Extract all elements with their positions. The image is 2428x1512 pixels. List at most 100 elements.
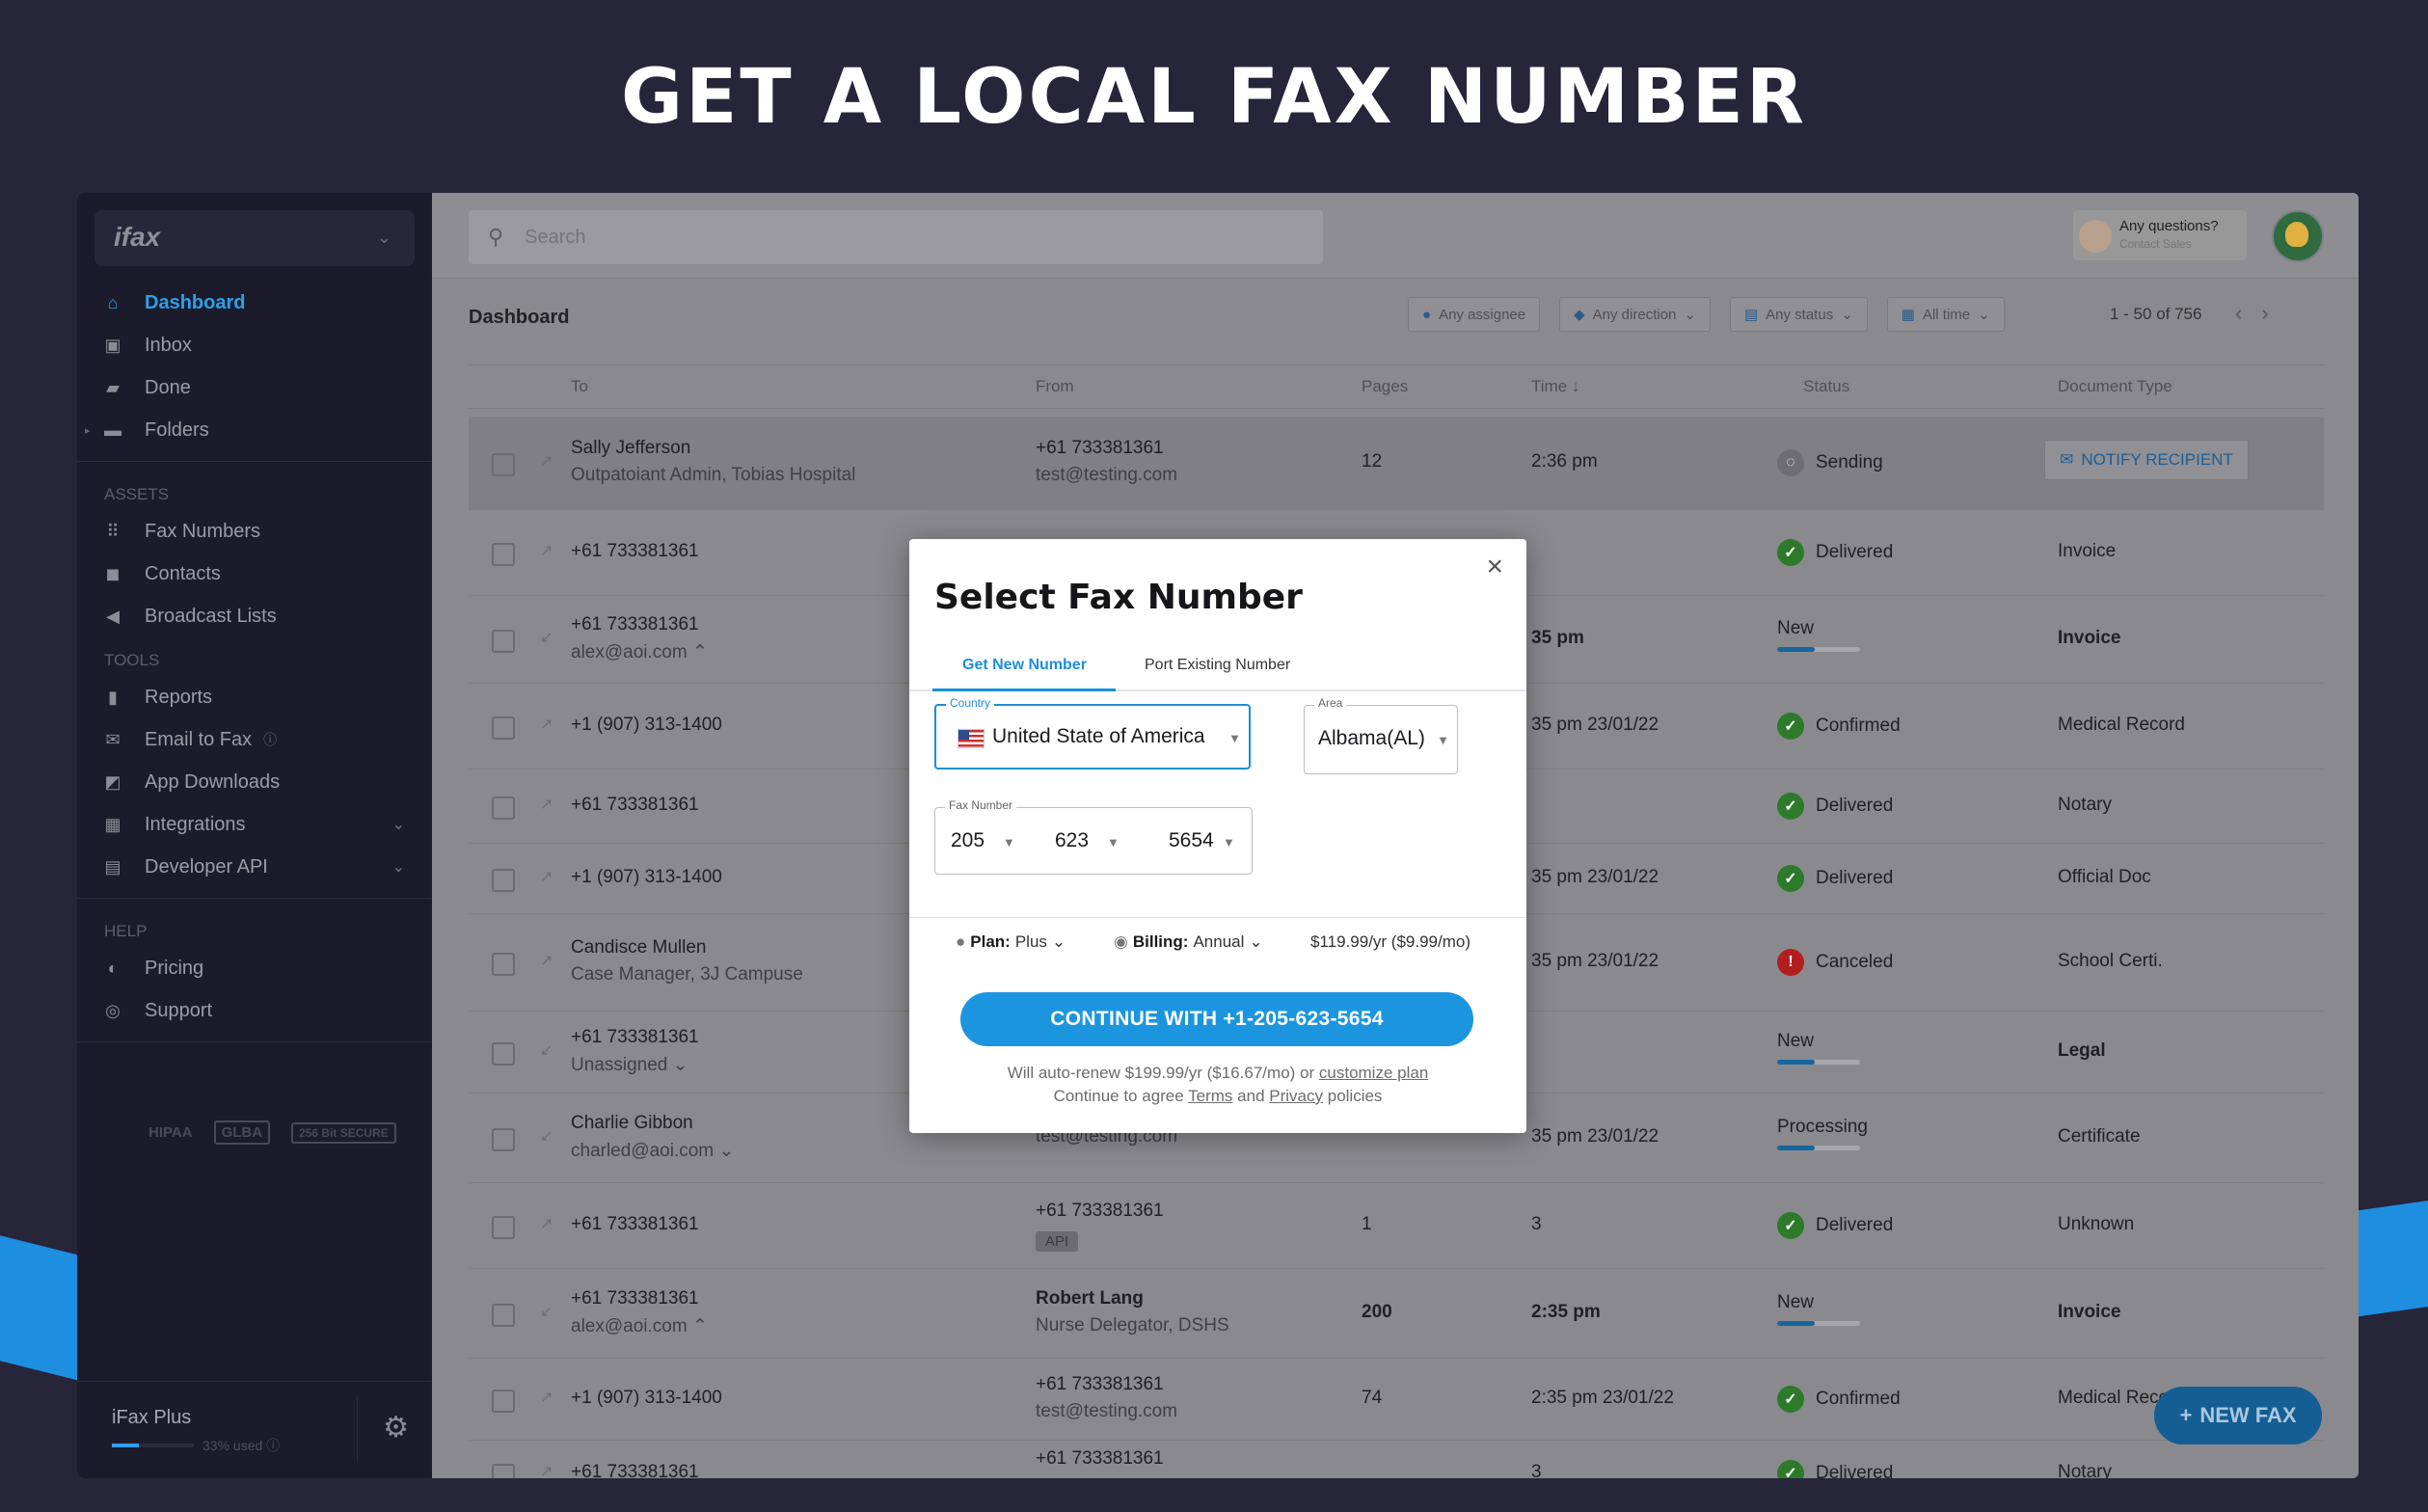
- chevron-left-icon[interactable]: ‹: [2235, 301, 2261, 325]
- column-time[interactable]: Time ↓: [1531, 377, 1579, 396]
- billing-dropdown[interactable]: ◉ Billing: Annual ⌄: [1114, 932, 1263, 952]
- area-value: Albama(AL): [1318, 727, 1425, 749]
- download-icon: ◩: [104, 771, 121, 792]
- sales-avatar: [2079, 220, 2112, 253]
- document-type: Notary: [2058, 795, 2112, 815]
- filter-assignee[interactable]: ● Any assignee: [1408, 297, 1541, 332]
- recipient-secondary[interactable]: Outpatoiant Admin, Tobias Hospital: [571, 465, 855, 486]
- sidebar-item-fax-numbers[interactable]: ⠿ Fax Numbers: [77, 510, 432, 553]
- direction-arrow-icon: ↗: [540, 716, 553, 733]
- user-avatar[interactable]: [2272, 210, 2324, 262]
- recipient-secondary[interactable]: alex@aoi.com ⌃: [571, 1315, 708, 1337]
- recipient-secondary[interactable]: alex@aoi.com ⌃: [571, 641, 708, 663]
- row-checkbox[interactable]: [492, 1042, 515, 1066]
- sidebar-item-pricing[interactable]: ◐ Pricing: [77, 947, 432, 989]
- nav-main: ⌂ Dashboard ▣ Inbox ▰ Done ▸ ▬ Folders A…: [77, 282, 432, 1052]
- caret-down-icon: ▼: [1107, 835, 1120, 850]
- column-from[interactable]: From: [1036, 377, 1074, 396]
- sidebar-item-developer-api[interactable]: ▤ Developer API ⌄: [77, 846, 432, 888]
- table-row[interactable]: ↗ Sally Jefferson Outpatoiant Admin, Tobia…: [469, 417, 2324, 510]
- recipient-secondary[interactable]: Case Manager, 3J Campuse: [571, 964, 803, 986]
- sidebar-item-contacts[interactable]: ◼ Contacts: [77, 553, 432, 595]
- plan-dropdown[interactable]: ● Plan: Plus ⌄: [956, 932, 1066, 952]
- chevron-down-icon: ⌄: [391, 859, 405, 876]
- close-icon[interactable]: ×: [1486, 553, 1503, 581]
- fax-prefix-select[interactable]: 623: [1055, 829, 1089, 852]
- contacts-icon: ◼: [105, 563, 121, 583]
- row-checkbox[interactable]: [492, 716, 515, 740]
- account-switcher[interactable]: ifax ⌄: [94, 210, 415, 266]
- sidebar-item-broadcast-lists[interactable]: ◀ Broadcast Lists: [77, 595, 432, 637]
- check-circle-icon: ✓: [1777, 713, 1804, 740]
- row-checkbox[interactable]: [492, 1216, 515, 1239]
- tab-get-new-number[interactable]: Get New Number: [962, 657, 1087, 674]
- search-input[interactable]: [523, 225, 1202, 250]
- row-checkbox[interactable]: [492, 796, 515, 820]
- divider: [77, 461, 432, 462]
- sidebar-item-email-to-fax[interactable]: ✉ Email to Fax ⓘ: [77, 718, 432, 761]
- contact-sales-button[interactable]: Any questions? Contact Sales: [2073, 210, 2247, 260]
- row-checkbox[interactable]: [492, 630, 515, 653]
- sidebar-item-dashboard[interactable]: ⌂ Dashboard: [77, 282, 432, 324]
- page-title: Dashboard: [469, 307, 570, 328]
- sidebar-item-integrations[interactable]: ▦ Integrations ⌄: [77, 803, 432, 846]
- row-checkbox[interactable]: [492, 1390, 515, 1413]
- country-select[interactable]: Country United State of America ▼: [934, 696, 1251, 770]
- recipient-primary: +61 733381361: [571, 1288, 699, 1309]
- row-checkbox[interactable]: [492, 1304, 515, 1327]
- filter-status[interactable]: ▤ Any status ⌄: [1729, 297, 1868, 332]
- sender-primary: +61 733381361: [1036, 1374, 1164, 1394]
- row-checkbox[interactable]: [492, 869, 515, 892]
- sidebar-item-support[interactable]: ◎ Support: [77, 989, 432, 1032]
- continue-button[interactable]: CONTINUE WITH +1-205-623-5654: [960, 992, 1473, 1046]
- new-fax-button[interactable]: + NEW FAX: [2154, 1387, 2322, 1444]
- row-checkbox[interactable]: [492, 953, 515, 976]
- row-checkbox[interactable]: [492, 1464, 515, 1478]
- sidebar-item-inbox[interactable]: ▣ Inbox: [77, 324, 432, 366]
- chevron-right-icon[interactable]: ›: [2261, 301, 2287, 325]
- table-row[interactable]: ↙ +61 733381361 alex@aoi.com ⌃ Robert Lang N…: [469, 1269, 2324, 1359]
- sidebar-item-done[interactable]: ▰ Done: [77, 366, 432, 409]
- table-row[interactable]: ↗ +1 (907) 313-1400 +61 733381361 test@test…: [469, 1359, 2324, 1441]
- dialpad-icon: ⠿: [106, 521, 120, 541]
- direction-arrow-icon: ↙: [540, 1042, 553, 1059]
- fax-area-code-select[interactable]: 205: [951, 829, 985, 852]
- divider: [909, 917, 1526, 918]
- sidebar-item-folders[interactable]: ▸ ▬ Folders: [77, 409, 432, 451]
- row-checkbox[interactable]: [492, 1128, 515, 1151]
- recipient-secondary[interactable]: Unassigned ⌄: [571, 1054, 688, 1076]
- table-row[interactable]: ↗+61 733381361+61 733381361API3✓Delivere…: [469, 1441, 2324, 1478]
- filter-time[interactable]: ▦ All time ⌄: [1886, 297, 2005, 332]
- row-checkbox[interactable]: [492, 453, 515, 476]
- tab-port-existing-number[interactable]: Port Existing Number: [1145, 657, 1290, 674]
- column-document-type[interactable]: Document Type: [2058, 377, 2172, 396]
- status-badge: ◌ Sending: [1777, 449, 1883, 476]
- status-badge: ✓ Confirmed: [1777, 1386, 1901, 1413]
- column-pages[interactable]: Pages: [1362, 377, 1408, 396]
- sidebar-item-app-downloads[interactable]: ◩ App Downloads: [77, 761, 432, 803]
- contact-sub: Contact Sales: [2119, 237, 2192, 251]
- gear-icon[interactable]: ⚙: [383, 1411, 409, 1444]
- privacy-link[interactable]: Privacy: [1269, 1087, 1323, 1105]
- terms-link[interactable]: Terms: [1188, 1087, 1232, 1105]
- status-progress-fill: [1777, 647, 1815, 652]
- row-checkbox[interactable]: [492, 543, 515, 566]
- sidebar-item-label: Support: [145, 999, 213, 1021]
- fax-line-select[interactable]: 5654: [1169, 829, 1214, 852]
- table-row[interactable]: ↗ +61 733381361 +61 733381361 API 1 3 ✓ Deliver…: [469, 1183, 2324, 1269]
- filter-direction[interactable]: ◆ Any direction ⌄: [1559, 297, 1711, 332]
- sidebar-item-label: Pricing: [145, 957, 204, 979]
- recipient-secondary[interactable]: charled@aoi.com ⌄: [571, 1140, 734, 1162]
- customize-plan-link[interactable]: customize plan: [1319, 1064, 1428, 1082]
- area-select[interactable]: Area Albama(AL) ▼: [1304, 696, 1458, 774]
- notify-recipient-button[interactable]: ✉ NOTIFY RECIPIENT: [2044, 440, 2249, 480]
- recipient-primary: +61 733381361: [571, 541, 699, 561]
- sidebar-item-label: Email to Fax: [145, 728, 253, 750]
- column-to[interactable]: To: [571, 377, 588, 396]
- sidebar-item-reports[interactable]: ▮ Reports: [77, 676, 432, 718]
- info-icon[interactable]: ⓘ: [263, 730, 277, 749]
- recipient-primary: Sally Jefferson: [571, 438, 691, 458]
- renew-note: Will auto-renew $199.99/yr ($16.67/mo) o…: [1007, 1064, 1429, 1082]
- column-status[interactable]: Status: [1803, 377, 1849, 396]
- sidebar-item-label: Developer API: [145, 855, 268, 878]
